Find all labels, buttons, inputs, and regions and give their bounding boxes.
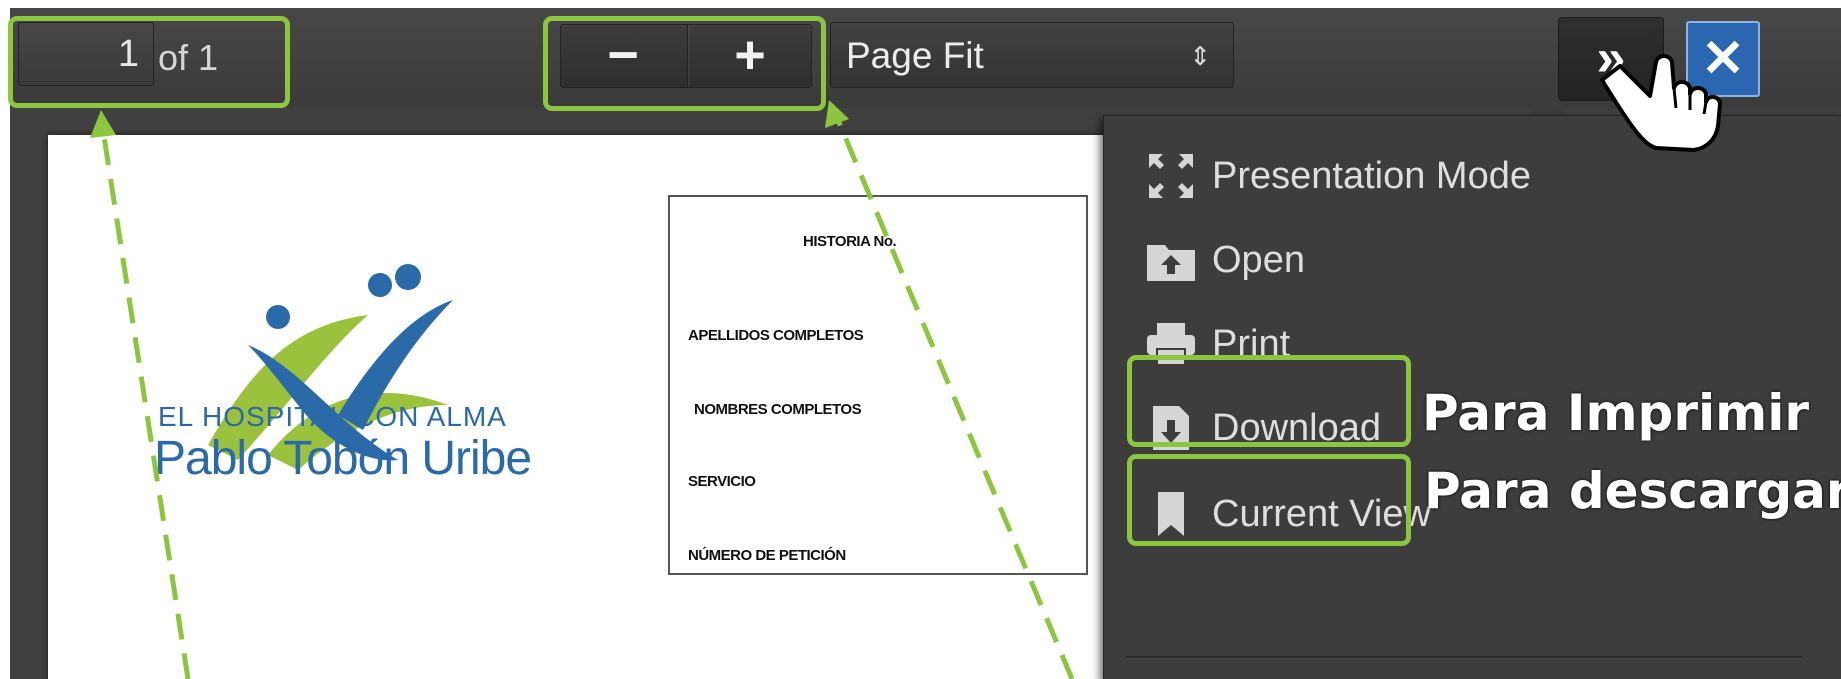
hand-cursor-icon <box>1600 54 1722 152</box>
annotation-arrows <box>90 100 1075 679</box>
